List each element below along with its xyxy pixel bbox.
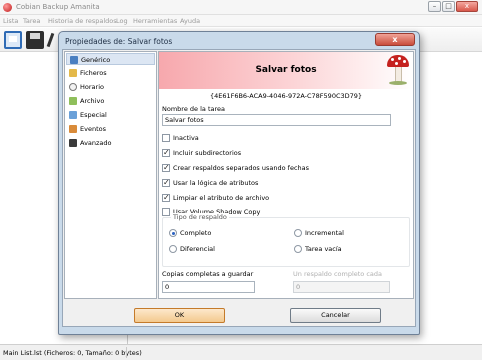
radio-button [169,229,177,237]
cancel-button[interactable]: Cancelar [290,308,381,323]
task-name-input[interactable]: Salvar fotos [162,114,391,126]
category-list: Genérico Ficheros Horario Archivo Especi… [64,51,157,299]
banner: Salvar fotos [159,52,413,89]
checkbox-box [162,134,170,142]
nav-item-especial[interactable]: Especial [66,109,155,121]
nav-label: Archivo [80,97,105,105]
separate-backups-checkbox[interactable]: Crear respaldos separados usando fechas [162,163,362,174]
radio-completo[interactable]: Completo [169,229,269,238]
include-subdirs-checkbox[interactable]: Incluir subdirectorios [162,148,362,159]
checkbox-box [162,208,170,216]
nav-item-horario[interactable]: Horario [66,81,155,93]
save-icon[interactable] [26,31,44,49]
nav-item-archivo[interactable]: Archivo [66,95,155,107]
nav-item-avanzado[interactable]: Avanzado [66,137,155,149]
generic-settings-panel: Salvar fotos {4E61F6B6-ACA9-4046-972A-C7… [158,51,414,299]
checkbox-label: Inactiva [173,134,199,142]
menu-log[interactable]: Log [116,17,128,25]
attribute-logic-checkbox[interactable]: Usar la lógica de atributos [162,178,362,189]
archive-icon [69,97,77,105]
dialog-title: Propiedades de: Salvar fotos [65,37,173,46]
checkbox-label: Incluir subdirectorios [173,149,242,157]
inactive-checkbox[interactable]: Inactiva [162,134,362,144]
menu-herramientas[interactable]: Herramientas [133,17,177,25]
menu-historia[interactable]: Historia de respaldos [48,17,117,25]
dialog-body: Genérico Ficheros Horario Archivo Especi… [62,49,416,327]
checkbox-box [162,178,170,187]
radio-incremental[interactable]: Incremental [294,229,394,238]
status-text: Main List.lst (Ficheros: 0, Tamaño: 0 by… [3,349,142,357]
ok-button[interactable]: OK [134,308,225,323]
new-list-icon[interactable] [4,31,22,49]
mushroom-logo-icon [387,55,409,86]
radio-button [294,245,302,253]
clear-archive-attr-checkbox[interactable]: Limpiar el atributo de archivo [162,193,362,204]
task-guid: {4E61F6B6-ACA9-4046-972A-C78F590C3D79} [209,92,363,100]
advanced-icon [69,139,77,147]
properties-dialog: Propiedades de: Salvar fotos x Genérico … [58,31,420,335]
nav-label: Genérico [81,56,111,64]
menu-tarea[interactable]: Tarea [23,17,40,25]
task-name-label: Nombre de la tarea [162,105,225,113]
checkbox-box [162,148,170,157]
backup-type-title: Tipo de respaldo [171,213,229,221]
status-separator [126,347,127,358]
special-icon [69,111,77,119]
radio-label: Completo [180,229,212,237]
radio-button [294,229,302,237]
schedule-icon [69,83,77,91]
radio-label: Tarea vacía [305,245,342,253]
checkbox-label: Limpiar el atributo de archivo [173,194,270,202]
radio-label: Incremental [305,229,344,237]
menu-ayuda[interactable]: Ayuda [180,17,200,25]
minimize-button[interactable]: – [428,1,441,12]
nav-label: Horario [80,83,104,91]
backup-type-group: Tipo de respaldo Completo Incremental Di… [162,213,410,267]
nav-label: Eventos [80,125,106,133]
banner-title: Salvar fotos [255,65,317,75]
cut-icon[interactable] [48,31,58,49]
nav-item-eventos[interactable]: Eventos [66,123,155,135]
close-button[interactable]: x [456,1,478,12]
checkbox-label: Usar la lógica de atributos [173,179,259,187]
files-icon [69,69,77,77]
radio-button [169,245,177,253]
radio-diferencial[interactable]: Diferencial [169,245,269,254]
full-copies-label: Copias completas a guardar [162,270,254,278]
full-every-input[interactable]: 0 [293,281,390,293]
checkbox-box [162,163,170,172]
checkbox-box [162,193,170,202]
main-title-bar: Cobian Backup Amanita – □ x [0,0,482,15]
maximize-button[interactable]: □ [442,1,455,12]
nav-label: Especial [80,111,107,119]
status-bar: Main List.lst (Ficheros: 0, Tamaño: 0 by… [0,344,482,360]
events-icon [69,125,77,133]
radio-label: Diferencial [180,245,215,253]
radio-tarea-vacia[interactable]: Tarea vacía [294,245,394,254]
menu-bar: Lista Tarea Historia de respaldos Log He… [0,15,482,27]
nav-label: Avanzado [80,139,112,147]
nav-item-generico[interactable]: Genérico [66,53,155,65]
full-every-label: Un respaldo completo cada [293,270,383,278]
full-copies-input[interactable]: 0 [162,281,255,293]
dialog-close-button[interactable]: x [375,33,415,46]
nav-item-ficheros[interactable]: Ficheros [66,67,155,79]
generic-icon [70,56,78,64]
checkbox-label: Crear respaldos separados usando fechas [173,164,310,172]
menu-lista[interactable]: Lista [3,17,18,25]
nav-label: Ficheros [80,69,107,77]
app-logo-icon [3,3,12,12]
app-title: Cobian Backup Amanita [16,3,100,11]
